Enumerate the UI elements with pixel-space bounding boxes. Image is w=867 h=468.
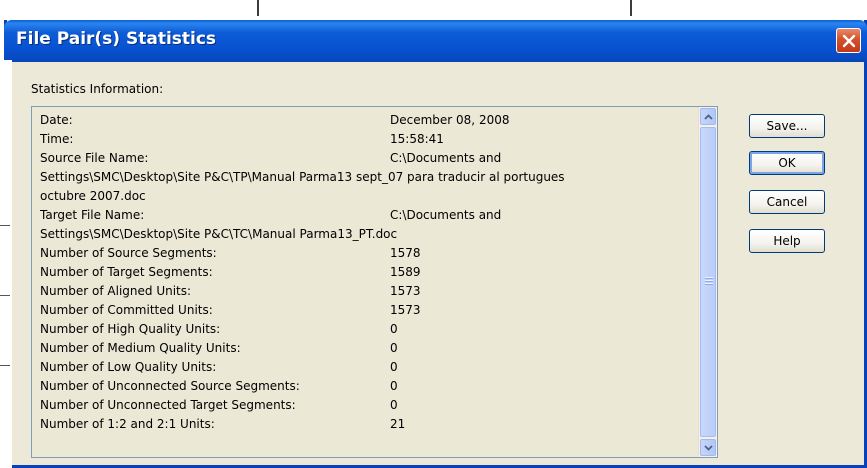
stat-label: Number of Committed Units: bbox=[40, 303, 213, 317]
source-file-value: C:\Documents and bbox=[390, 151, 502, 165]
vertical-scrollbar[interactable] bbox=[698, 107, 717, 457]
stat-row: Number of Aligned Units: 1573 bbox=[40, 282, 690, 301]
statistics-content: Date: December 08, 2008 Time: 15:58:41 S… bbox=[40, 111, 690, 434]
background-app-strip bbox=[0, 0, 867, 20]
statistics-dialog: File Pair(s) Statistics Statistics Infor… bbox=[4, 20, 867, 468]
stat-row: Number of Committed Units: 1573 bbox=[40, 301, 690, 320]
scroll-up-button[interactable] bbox=[700, 108, 716, 125]
source-file-continuation: Settings\SMC\Desktop\Site P&C\TP\Manual … bbox=[40, 168, 690, 187]
close-icon bbox=[842, 34, 855, 47]
thumb-grip bbox=[705, 284, 713, 285]
background-divider bbox=[257, 0, 259, 16]
source-file-path-line-2: octubre 2007.doc bbox=[40, 189, 146, 203]
stat-row: Number of High Quality Units: 0 bbox=[40, 320, 690, 339]
chevron-up-icon bbox=[703, 113, 713, 120]
section-label: Statistics Information: bbox=[31, 82, 164, 96]
time-row: Time: 15:58:41 bbox=[40, 130, 690, 149]
stat-label: Number of Aligned Units: bbox=[40, 284, 192, 298]
source-file-row: Source File Name: C:\Documents and bbox=[40, 149, 690, 168]
stat-label: Number of 1:2 and 2:1 Units: bbox=[40, 417, 215, 431]
stat-label: Number of Unconnected Target Segments: bbox=[40, 398, 296, 412]
stat-label: Number of Source Segments: bbox=[40, 246, 217, 260]
stat-value: 0 bbox=[390, 360, 398, 374]
source-file-path-line-1: Settings\SMC\Desktop\Site P&C\TP\Manual … bbox=[40, 170, 565, 184]
date-row: Date: December 08, 2008 bbox=[40, 111, 690, 130]
time-label: Time: bbox=[40, 132, 74, 146]
stat-row: Number of Unconnected Source Segments: 0 bbox=[40, 377, 690, 396]
thumb-grip bbox=[705, 281, 713, 282]
stat-row: Number of Source Segments: 1578 bbox=[40, 244, 690, 263]
background-tick bbox=[0, 225, 10, 226]
stat-row: Number of 1:2 and 2:1 Units: 21 bbox=[40, 415, 690, 434]
target-file-continuation: Settings\SMC\Desktop\Site P&C\TC\Manual … bbox=[40, 225, 690, 244]
stat-value: 1589 bbox=[390, 265, 421, 279]
stat-label: Number of Target Segments: bbox=[40, 265, 213, 279]
stat-value: 1573 bbox=[390, 284, 421, 298]
background-divider bbox=[630, 0, 632, 16]
thumb-grip bbox=[705, 278, 713, 279]
stat-value: 1578 bbox=[390, 246, 421, 260]
save-button[interactable]: Save... bbox=[749, 114, 825, 138]
target-file-row: Target File Name: C:\Documents and bbox=[40, 206, 690, 225]
cancel-button[interactable]: Cancel bbox=[749, 190, 825, 214]
scrollbar-thumb[interactable] bbox=[700, 127, 716, 437]
stat-value: 21 bbox=[390, 417, 406, 431]
stat-label: Number of Low Quality Units: bbox=[40, 360, 217, 374]
ok-button[interactable]: OK bbox=[749, 151, 825, 175]
chevron-down-icon bbox=[703, 444, 713, 451]
stat-row: Number of Target Segments: 1589 bbox=[40, 263, 690, 282]
background-tick bbox=[0, 295, 10, 296]
stat-label: Number of Unconnected Source Segments: bbox=[40, 379, 300, 393]
background-tick bbox=[0, 365, 10, 366]
dialog-title: File Pair(s) Statistics bbox=[16, 29, 217, 49]
stat-row: Number of Unconnected Target Segments: 0 bbox=[40, 396, 690, 415]
source-file-label: Source File Name: bbox=[40, 151, 149, 165]
time-value: 15:58:41 bbox=[390, 132, 444, 146]
source-file-continuation: octubre 2007.doc bbox=[40, 187, 690, 206]
date-label: Date: bbox=[40, 113, 73, 127]
scroll-down-button[interactable] bbox=[700, 439, 716, 456]
background-app-left-edge bbox=[0, 60, 12, 468]
target-file-value: C:\Documents and bbox=[390, 208, 502, 222]
close-button[interactable] bbox=[836, 28, 861, 53]
stat-row: Number of Low Quality Units: 0 bbox=[40, 358, 690, 377]
stat-value: 0 bbox=[390, 341, 398, 355]
stat-label: Number of Medium Quality Units: bbox=[40, 341, 241, 355]
stat-value: 0 bbox=[390, 322, 398, 336]
help-button[interactable]: Help bbox=[749, 229, 825, 253]
stat-value: 0 bbox=[390, 398, 398, 412]
title-bar[interactable]: File Pair(s) Statistics bbox=[4, 20, 867, 62]
target-file-label: Target File Name: bbox=[40, 208, 145, 222]
statistics-list[interactable]: Date: December 08, 2008 Time: 15:58:41 S… bbox=[31, 106, 718, 458]
target-file-path-line-1: Settings\SMC\Desktop\Site P&C\TC\Manual … bbox=[40, 227, 398, 241]
date-value: December 08, 2008 bbox=[390, 113, 510, 127]
stat-label: Number of High Quality Units: bbox=[40, 322, 221, 336]
stat-row: Number of Medium Quality Units: 0 bbox=[40, 339, 690, 358]
stat-value: 0 bbox=[390, 379, 398, 393]
stat-value: 1573 bbox=[390, 303, 421, 317]
